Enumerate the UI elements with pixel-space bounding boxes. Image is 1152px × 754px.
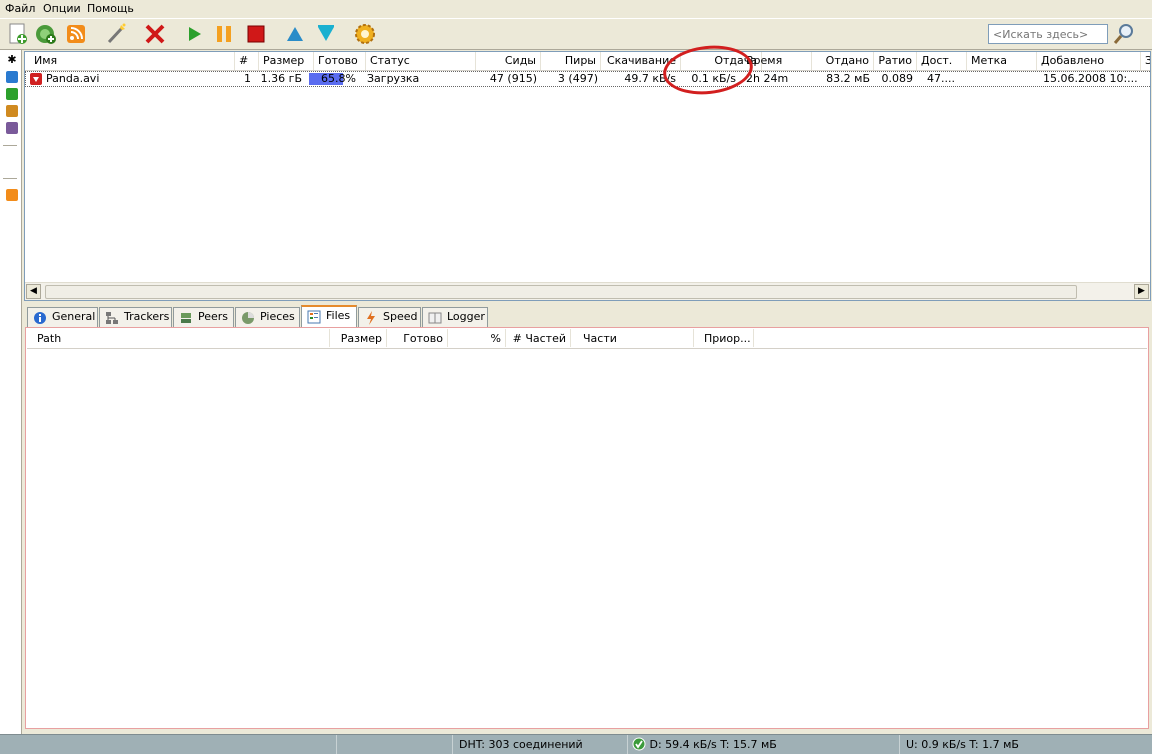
tab-peers[interactable]: Peers (173, 307, 234, 327)
torrent-availability: 47.... (927, 72, 955, 85)
tab-trackers[interactable]: Trackers (99, 307, 172, 327)
sidebar-divider (3, 178, 17, 179)
horizontal-scrollbar[interactable]: ◀ ▶ (25, 282, 1150, 300)
col-status[interactable]: Статус (366, 52, 476, 70)
all-torrents-icon[interactable]: ✱ (6, 54, 18, 66)
tab-pieces[interactable]: Pieces (235, 307, 300, 327)
torrent-added: 15.06.2008 10:... (1043, 72, 1138, 85)
torrent-uploaded: 83.2 мБ (826, 72, 870, 85)
col-extra[interactable]: З (1141, 52, 1150, 70)
col-file-pieces-count[interactable]: # Частей (506, 329, 571, 347)
list-header: Имя # Размер Готово Статус Сиды Пиры Ска… (25, 52, 1150, 71)
menu-help[interactable]: Помощь (87, 2, 134, 15)
col-added[interactable]: Добавлено (1037, 52, 1141, 70)
table-row[interactable]: Panda.avi 1 1.36 гБ 65.8% Загрузка 47 (9… (25, 71, 1150, 87)
downloading-icon[interactable] (6, 71, 18, 83)
progress-bar: 65.8% (309, 72, 361, 86)
scroll-left-icon[interactable]: ◀ (26, 284, 41, 299)
col-path[interactable]: Path (33, 329, 330, 347)
rss-icon[interactable] (64, 22, 88, 46)
add-torrent-icon[interactable] (6, 22, 30, 46)
add-url-icon[interactable] (34, 22, 58, 46)
torrent-name: Panda.avi (46, 72, 100, 85)
tab-logger[interactable]: Logger (422, 307, 488, 327)
col-file-percent[interactable]: % (448, 329, 506, 347)
col-name[interactable]: Имя (30, 52, 235, 70)
scroll-thumb[interactable] (45, 285, 1077, 299)
create-torrent-icon[interactable] (104, 22, 128, 46)
move-down-icon[interactable] (314, 22, 338, 46)
torrent-label (968, 72, 1038, 86)
rss-feed-icon[interactable] (6, 189, 18, 201)
torrent-peers: 3 (497) (557, 72, 598, 85)
tab-speed[interactable]: Speed (358, 307, 421, 327)
active-icon[interactable] (6, 105, 18, 117)
torrent-seeds: 47 (915) (489, 72, 537, 85)
col-size[interactable]: Размер (259, 52, 314, 70)
col-file-pieces[interactable]: Части (571, 329, 694, 347)
preferences-icon[interactable] (353, 22, 377, 46)
torrent-status: Загрузка (367, 72, 420, 85)
pause-icon[interactable] (212, 22, 236, 46)
tab-files[interactable]: Files (301, 305, 357, 328)
torrent-ratio: 0.089 (881, 72, 914, 85)
col-number[interactable]: # (235, 52, 259, 70)
col-peers[interactable]: Пиры (541, 52, 601, 70)
col-done[interactable]: Готово (314, 52, 366, 70)
status-bar: DHT: 303 соединений D: 59.4 кБ/s T: 15.7… (0, 734, 1152, 754)
torrent-list: Имя # Размер Готово Статус Сиды Пиры Ска… (24, 51, 1151, 301)
remove-icon[interactable] (143, 22, 167, 46)
col-label[interactable]: Метка (967, 52, 1037, 70)
check-icon (632, 737, 646, 751)
col-availability[interactable]: Дост. (917, 52, 967, 70)
menu-file[interactable]: Файл (5, 2, 35, 15)
menu-bar: Файл Опции Помощь (0, 0, 1152, 18)
tab-general[interactable]: General (27, 307, 98, 327)
start-icon[interactable] (182, 22, 206, 46)
toolbar (0, 18, 1152, 50)
inactive-icon[interactable] (6, 122, 18, 134)
search-icon[interactable] (1112, 22, 1136, 46)
category-sidebar: ✱ (0, 50, 22, 734)
col-file-priority[interactable]: Приор... (694, 329, 754, 347)
col-uploaded[interactable]: Отдано (812, 52, 874, 70)
files-panel: Path Размер Готово % # Частей Части Прио… (25, 327, 1149, 729)
stop-icon[interactable] (244, 22, 268, 46)
progress-label: 65.8% (321, 72, 356, 85)
completed-icon[interactable] (6, 88, 18, 100)
col-file-done[interactable]: Готово (387, 329, 448, 347)
col-seeds[interactable]: Сиды (476, 52, 541, 70)
status-segment-empty (336, 735, 453, 754)
upload-status: U: 0.9 кБ/s T: 1.7 мБ (899, 735, 1152, 754)
scroll-right-icon[interactable]: ▶ (1134, 284, 1149, 299)
col-file-size[interactable]: Размер (330, 329, 387, 347)
torrent-number: 1 (244, 72, 251, 85)
dht-status: DHT: 303 соединений (452, 735, 629, 754)
detail-tabs: General Trackers Peers Pieces Files Spee… (24, 305, 1151, 328)
move-up-icon[interactable] (283, 22, 307, 46)
files-header: Path Размер Готово % # Частей Части Прио… (27, 329, 1147, 349)
download-status: D: 59.4 кБ/s T: 15.7 мБ (627, 735, 902, 754)
menu-options[interactable]: Опции (43, 2, 81, 15)
search-input[interactable] (988, 24, 1108, 44)
col-ratio[interactable]: Ратио (874, 52, 917, 70)
torrent-size: 1.36 гБ (260, 72, 302, 85)
sidebar-divider (3, 145, 17, 146)
